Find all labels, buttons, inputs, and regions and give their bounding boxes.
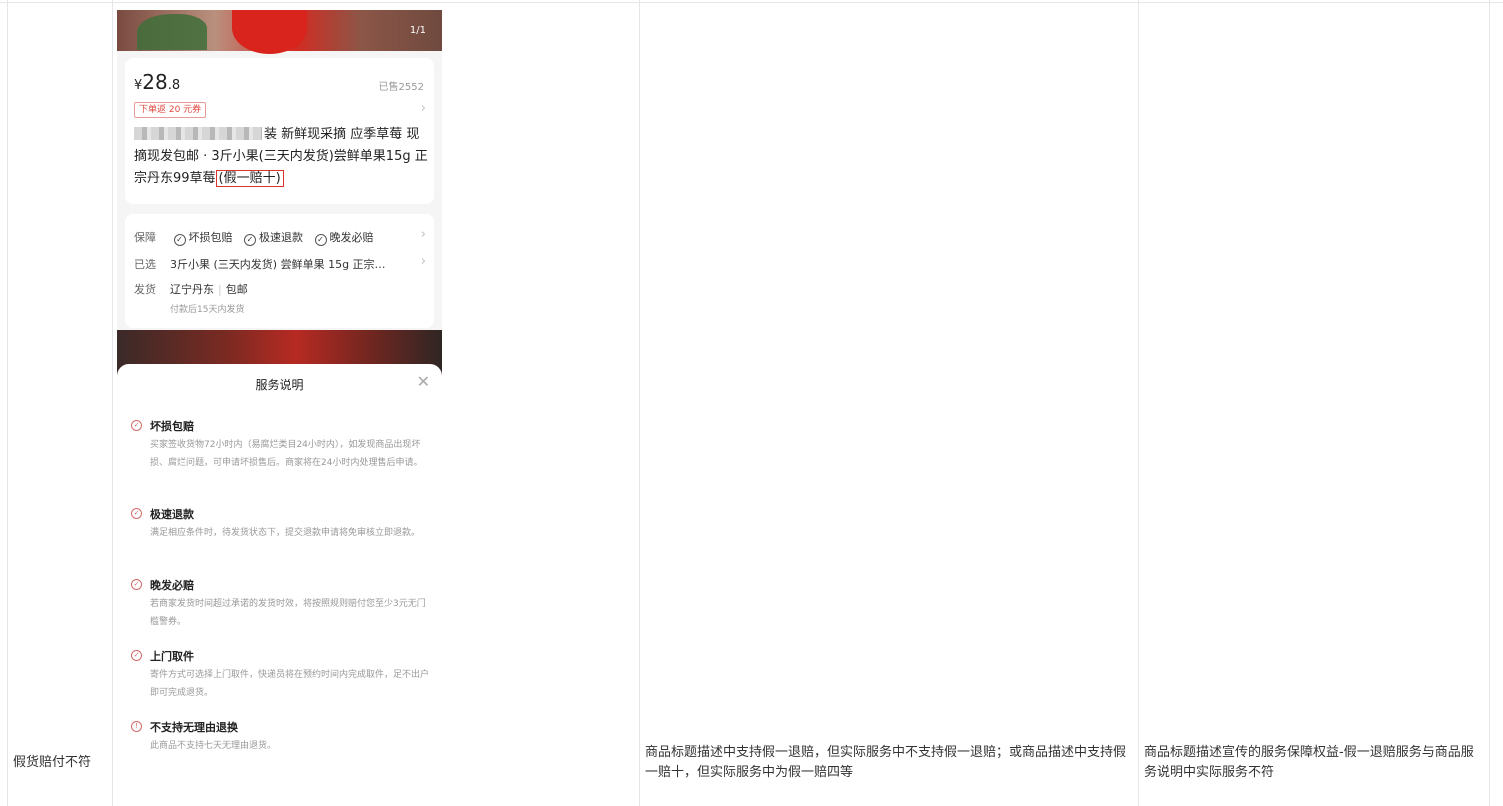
price-integer: 28 — [142, 70, 168, 94]
guarantee-item: ✓ 坏损包赔 — [173, 231, 233, 246]
guarantee-label: 保障 — [134, 231, 156, 244]
chevron-right-icon[interactable]: › — [421, 254, 426, 269]
warning-circle-icon: ! — [131, 721, 142, 732]
price: ¥28.8 — [134, 70, 180, 94]
shipping-row: 发货 辽宁丹东 | 包邮 — [134, 281, 248, 297]
issue-type-cell: 假货赔付不符 — [13, 755, 92, 770]
table-right-border — [1489, 0, 1490, 806]
service-item-desc: 若商家发货时间超过承诺的发货时效，将按照规则赔付您至少3元无门槛警券。 — [150, 599, 426, 627]
guarantee-row[interactable]: 保障 ✓ 坏损包赔 ✓ 极速退款 ✓ 晚发必赔 — [134, 229, 382, 246]
column-divider-3 — [1138, 0, 1139, 806]
product-image: 1/1 — [117, 10, 442, 54]
price-card: ¥28.8 已售2552 下单返 20 元券 › 装 新鲜现采摘 应季草莓 现摘… — [125, 58, 434, 204]
service-item-title: 坏损包赔 — [150, 420, 194, 433]
close-icon[interactable]: ✕ — [417, 372, 430, 391]
divider: | — [218, 283, 222, 296]
service-item-desc: 寄件方式可选择上门取件，快递员将在预约时间内完成取件，足不出户即可完成退货。 — [150, 670, 430, 698]
guarantee-item-label: 极速退款 — [259, 231, 303, 244]
selected-label: 已选 — [134, 258, 156, 271]
check-circle-icon: ✓ — [131, 420, 142, 431]
service-item-title: 上门取件 — [150, 650, 194, 663]
shipping-fee: 包邮 — [225, 283, 248, 296]
column-divider-1 — [112, 0, 113, 806]
product-screenshot: 1/1 ¥28.8 已售2552 下单返 20 元券 › 装 新鲜现采摘 应季草… — [117, 10, 442, 806]
guarantee-item: ✓ 极速退款 — [244, 231, 303, 246]
image-counter: 1/1 — [409, 25, 426, 36]
guarantee-item-label: 坏损包赔 — [188, 231, 233, 244]
shipping-label: 发货 — [134, 283, 156, 296]
guarantee-item-label: 晚发必赔 — [329, 231, 374, 244]
sheet-title: 服务说明 — [255, 378, 304, 392]
check-circle-icon: ✓ — [173, 234, 186, 246]
shipping-note: 付款后15天内发货 — [170, 305, 245, 315]
check-circle-icon: ✓ — [131, 579, 142, 590]
service-item-desc: 此商品不支持七天无理由退货。 — [150, 741, 277, 751]
check-circle-icon: ✓ — [244, 234, 256, 246]
table-left-border — [7, 0, 8, 806]
column-divider-2 — [639, 0, 640, 806]
product-title: 装 新鲜现采摘 应季草莓 现摘现发包邮 · 3斤小果(三天内发货)尝鲜单果15g… — [134, 124, 430, 190]
leaf-image — [137, 14, 207, 50]
shipping-origin: 辽宁丹东 — [170, 283, 214, 296]
sold-count: 已售2552 — [378, 82, 424, 93]
check-circle-icon: ✓ — [131, 508, 142, 519]
issue-description-cell: 商品标题描述中支持假一退赔，但实际服务中不支持假一退赔；或商品描述中支持假一赔十… — [645, 745, 1127, 780]
service-item-desc: 满足相应条件时，待发货状态下，提交退款申请将免审核立即退款。 — [150, 528, 421, 538]
strawberry-image — [232, 10, 307, 54]
guarantee-item: ✓ 晚发必赔 — [314, 231, 374, 246]
check-circle-icon: ✓ — [131, 650, 142, 661]
service-item-title: 极速退款 — [150, 508, 194, 521]
selected-value: 3斤小果 (三天内发货) 尝鲜单果 15g 正宗… — [170, 258, 386, 271]
issue-explanation-cell: 商品标题描述宣传的服务保障权益-假一退赔服务与商品服务说明中实际服务不符 — [1144, 745, 1474, 780]
service-item-title: 晚发必赔 — [150, 579, 194, 592]
service-item-title: 不支持无理由退换 — [150, 721, 238, 734]
blurred-brand — [134, 127, 262, 140]
chevron-right-icon[interactable]: › — [421, 101, 426, 116]
service-sheet: 服务说明 ✕ ✓ 坏损包赔 买家签收货物72小时内（易腐烂类目24小时内），如发… — [117, 364, 442, 806]
check-circle-icon: ✓ — [314, 234, 327, 246]
price-decimal: .8 — [167, 78, 181, 93]
service-item-desc: 买家签收货物72小时内（易腐烂类目24小时内），如发现商品出现坏损、腐烂问题，可… — [150, 440, 423, 468]
table-top-border — [0, 2, 1503, 3]
selected-row[interactable]: 已选 3斤小果 (三天内发货) 尝鲜单果 15g 正宗… — [134, 256, 394, 272]
service-card: 保障 ✓ 坏损包赔 ✓ 极速退款 ✓ 晚发必赔 › 已选 3斤小果 (三天内发货) 尝鲜… — [125, 214, 434, 328]
coupon-badge[interactable]: 下单返 20 元券 — [134, 102, 207, 118]
chevron-right-icon[interactable]: › — [421, 227, 426, 242]
highlight-box: (假一赔十) — [215, 170, 284, 187]
